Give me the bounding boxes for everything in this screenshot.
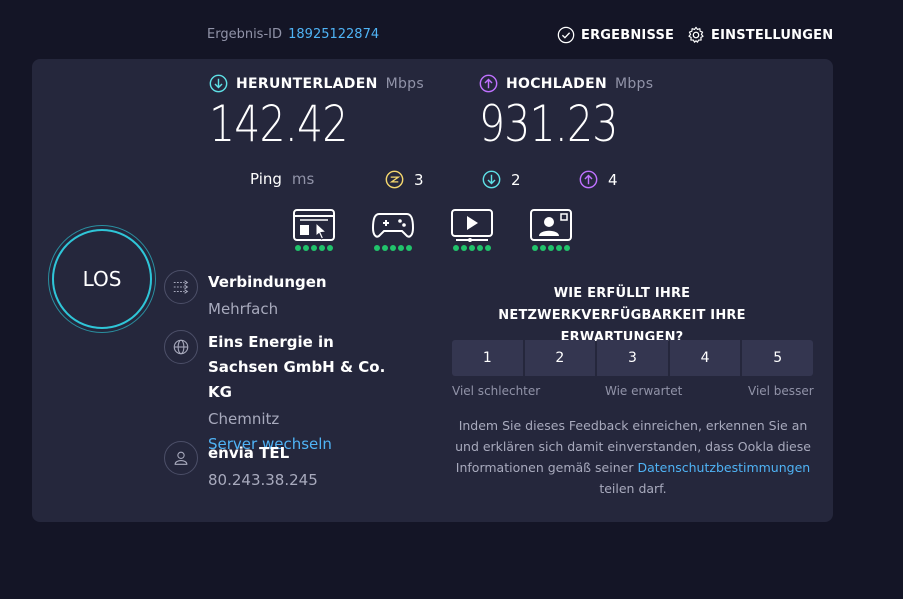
scale-label-low: Viel schlechter [452,384,541,398]
download-metric: HERUNTERLADEN Mbps 142.42 [209,74,424,153]
result-id: Ergebnis-ID 18925122874 [207,27,379,42]
gaming-rating [374,245,412,251]
check-circle-icon [557,26,575,44]
scale-label-mid: Wie erwartet [605,384,683,398]
download-unit: Mbps [385,75,424,92]
upload-latency-icon [579,170,598,189]
upload-unit: Mbps [614,75,654,92]
rating-dot [406,245,412,251]
ping-idle-value: 3 [414,170,424,189]
results-button-label: ERGEBNISSE [581,27,675,43]
rating-option-1[interactable]: 1 [452,340,523,376]
settings-button[interactable]: EINSTELLUNGEN [687,26,833,44]
rating-dot [453,245,459,251]
rating-dot [548,245,554,251]
ping-label: Ping [250,170,282,188]
go-button[interactable]: LOS [52,229,152,329]
ping-upload: 4 [579,170,618,189]
browsing-icon [293,209,335,241]
result-id-link[interactable]: 18925122874 [288,27,379,42]
result-id-label: Ergebnis-ID [207,27,282,42]
rating-dot [477,245,483,251]
gaming-icon [371,213,415,238]
globe-icon [164,330,198,364]
user-icon [164,441,198,475]
download-value: 142.42 [209,95,348,153]
consent-text: Indem Sie dieses Feedback einreichen, er… [450,415,816,499]
activity-browsing [292,208,336,251]
download-label: HERUNTERLADEN [236,75,378,92]
result-panel: HERUNTERLADEN Mbps 142.42 HOCHLADEN Mbps… [32,59,833,522]
rating-dot [390,245,396,251]
rating-option-5[interactable]: 5 [742,340,813,376]
rating-dot [303,245,309,251]
ping-download: 2 [482,170,521,189]
connections-title: Verbindungen [208,273,327,291]
ping-upload-value: 4 [608,170,618,189]
isp-ip: 80.243.38.245 [208,471,318,489]
rating-dot [398,245,404,251]
activity-gaming [371,208,415,251]
rating-dot [461,245,467,251]
streaming-rating [453,245,491,251]
rating-option-2[interactable]: 2 [524,340,596,376]
upload-arrow-icon [479,74,498,93]
rating-dot [319,245,325,251]
server-name: Eins Energie in Sachsen GmbH & Co. KG [208,333,386,401]
activity-streaming [450,208,494,251]
video-call-icon [530,209,572,241]
rating-dot [564,245,570,251]
upload-value: 931.23 [479,95,618,153]
scale-label-high: Viel besser [748,384,814,398]
idle-latency-icon [385,170,404,189]
video-call-rating [532,245,570,251]
ping-row: Ping ms 3 2 4 [250,170,618,189]
download-latency-icon [482,170,501,189]
rating-dot [532,245,538,251]
rating-dot [327,245,333,251]
browsing-rating [295,245,333,251]
rating-option-3[interactable]: 3 [597,340,668,376]
rating-dot [556,245,562,251]
isp-name: envia TEL [208,444,290,462]
server-info: Eins Energie in Sachsen GmbH & Co. KG Ch… [164,330,408,456]
activity-video-call [529,208,573,251]
gear-icon [688,26,704,43]
privacy-policy-link[interactable]: Datenschutzbestimmungen [637,460,810,475]
download-arrow-icon [209,74,228,93]
ping-unit: ms [291,170,315,188]
upload-metric: HOCHLADEN Mbps 931.23 [479,74,653,153]
streaming-icon [451,209,493,242]
rating-option-4[interactable]: 4 [669,340,741,376]
rating-dot [311,245,317,251]
connections-icon [164,270,198,304]
rating-dot [295,245,301,251]
rating-dot [382,245,388,251]
rating-dot [485,245,491,251]
ping-idle: 3 [385,170,424,189]
ping-download-value: 2 [511,170,521,189]
upload-label: HOCHLADEN [506,75,607,92]
rating-dot [374,245,380,251]
server-location: Chemnitz [208,410,280,428]
connections-value[interactable]: Mehrfach [208,297,327,322]
connections-info: Verbindungen Mehrfach [164,270,327,322]
results-button[interactable]: ERGEBNISSE [557,26,674,44]
consent-text-after: teilen darf. [599,481,667,496]
isp-info: envia TEL 80.243.38.245 [164,441,318,493]
survey-rating-scale: 1 2 3 4 5 [452,340,813,376]
rating-dot [469,245,475,251]
rating-dot [540,245,546,251]
settings-button-label: EINSTELLUNGEN [711,27,834,43]
